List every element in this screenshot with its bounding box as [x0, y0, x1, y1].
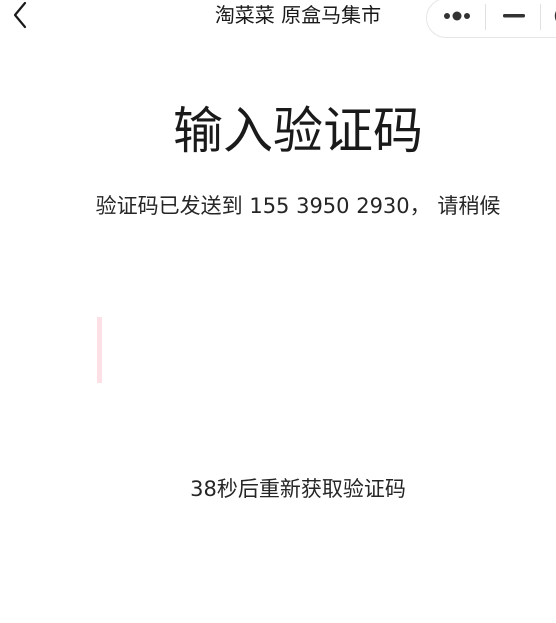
page-title: 淘菜菜 原盒马集市: [214, 3, 382, 27]
page-heading: 输入验证码: [173, 102, 423, 160]
chevron-left-icon: [13, 1, 27, 29]
capsule-divider: [485, 4, 486, 30]
verification-code-input[interactable]: [97, 317, 497, 383]
back-button[interactable]: [6, 0, 36, 32]
capsule-divider: [540, 4, 541, 30]
close-circle-icon: [554, 11, 556, 21]
minimize-button[interactable]: [487, 0, 539, 37]
more-dots-icon: [444, 11, 470, 21]
navigation-bar: 淘菜菜 原盒马集市: [0, 0, 556, 38]
resend-countdown[interactable]: 38秒后重新获取验证码: [0, 474, 556, 504]
mini-program-capsule: [426, 0, 556, 38]
more-button[interactable]: [427, 0, 485, 37]
input-caret: [97, 317, 102, 383]
sent-to-phone-message: 验证码已发送到 155 3950 2930， 请稍候: [95, 194, 501, 218]
verification-page: 淘菜菜 原盒马集市 输入验证码 验证码已发送到 155 3950 2930， 请…: [0, 0, 556, 623]
close-button[interactable]: [543, 0, 556, 37]
minimize-icon: [503, 14, 525, 18]
